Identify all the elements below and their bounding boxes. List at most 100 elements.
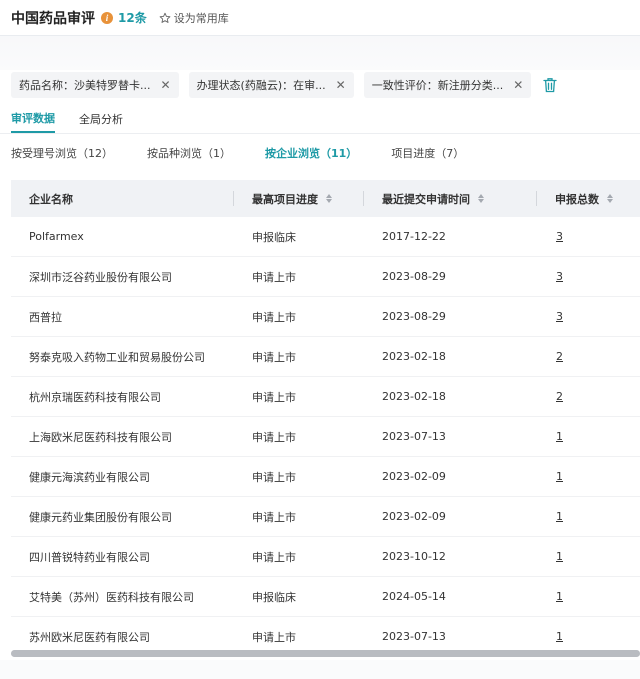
column-header[interactable]: 企业名称 [11,180,234,217]
page-header: 中国药品审评 i 12条 设为常用库 [0,0,640,36]
project-progress: 申请上市 [252,270,296,284]
filter-chip[interactable]: 药品名称：沙美特罗替卡... ✕ [11,72,179,98]
page-title: 中国药品审评 [11,10,95,27]
project-progress: 申请上市 [252,390,296,404]
favorite-label: 设为常用库 [173,11,229,25]
application-count[interactable]: 1 [537,430,640,443]
filter-chip[interactable]: 办理状态(药融云)：在审... ✕ [188,72,354,98]
close-icon[interactable]: ✕ [336,78,346,92]
company-name: 健康元海滨药业有限公司 [29,470,150,484]
application-count[interactable]: 2 [537,350,640,363]
filter-chip-label: 一致性评价：新注册分类... [371,79,504,92]
main-tab[interactable]: 审评数据 [11,110,55,133]
table-row: 上海欧米尼医药科技有限公司 申请上市 2023-07-13 1 [11,417,640,457]
application-count-link[interactable]: 1 [555,590,563,603]
latest-submission-date: 2024-05-14 [382,590,446,603]
main-tabs: 审评数据 全局分析 [0,100,640,134]
table-body: Polfarmex 申报临床 2017-12-22 3 深圳市泛谷药业股份有限公司 申请上… [11,217,640,650]
application-count[interactable]: 1 [537,630,640,643]
application-count-link[interactable]: 1 [555,550,563,563]
info-icon[interactable]: i [101,11,113,24]
sort-icon[interactable] [478,194,484,203]
filter-chip-label: 药品名称：沙美特罗替卡... [19,79,151,92]
latest-submission-date: 2023-08-29 [382,270,446,283]
favorite-button[interactable]: 设为常用库 [159,10,229,26]
table-row: 艾特美（苏州）医药科技有限公司 申报临床 2024-05-14 1 [11,577,640,617]
table-row: 杭州京瑞医药科技有限公司 申请上市 2023-02-18 2 [11,377,640,417]
sort-down-icon [326,199,332,203]
column-header[interactable]: 最高项目进度 [234,180,364,217]
table-row: 健康元药业集团股份有限公司 申请上市 2023-02-09 1 [11,497,640,537]
table-row: 深圳市泛谷药业股份有限公司 申请上市 2023-08-29 3 [11,257,640,297]
latest-submission-date: 2023-07-13 [382,630,446,643]
sort-icon[interactable] [326,194,332,203]
trash-icon[interactable] [543,77,557,93]
view-tab[interactable]: 项目进度（7） [391,145,464,161]
column-header[interactable]: 最近提交申请时间 [364,180,537,217]
latest-submission-date: 2023-02-18 [382,350,446,363]
view-tabs: 按受理号浏览（12） 按品种浏览（1） 按企业浏览（11） 项目进度（7） [0,134,640,172]
application-count[interactable]: 3 [537,310,640,323]
application-count[interactable]: 2 [537,390,640,403]
project-progress: 申请上市 [252,630,296,644]
project-progress: 申请上市 [252,510,296,524]
column-header-label: 最高项目进度 [252,192,318,206]
column-header[interactable]: 申报总数 [537,180,640,217]
application-count-link[interactable]: 1 [555,470,563,483]
latest-submission-date: 2023-10-12 [382,550,446,563]
project-progress: 申报临床 [252,230,296,244]
company-name: 努泰克吸入药物工业和贸易股份公司 [29,350,205,364]
application-count-link[interactable]: 3 [555,270,563,283]
company-name: 上海欧米尼医药科技有限公司 [29,430,172,444]
sort-icon[interactable] [607,194,613,203]
company-name: Polfarmex [29,230,84,243]
star-icon [159,12,171,23]
horizontal-scrollbar[interactable] [11,650,640,657]
project-progress: 申请上市 [252,550,296,564]
filter-chip[interactable]: 一致性评价：新注册分类... ✕ [363,72,532,98]
table-row: Polfarmex 申报临床 2017-12-22 3 [11,217,640,257]
sort-down-icon [607,199,613,203]
company-table: 企业名称 最高项目进度 最近提交申请时间 申报总数 Polfarmex 申报临床 2017… [11,180,640,650]
application-count-link[interactable]: 2 [555,390,563,403]
application-count[interactable]: 1 [537,470,640,483]
application-count[interactable]: 1 [537,550,640,563]
pagination-area [0,660,640,679]
company-name: 深圳市泛谷药业股份有限公司 [29,270,172,284]
latest-submission-date: 2017-12-22 [382,230,446,243]
company-name: 西普拉 [29,310,62,324]
application-count-link[interactable]: 1 [555,430,563,443]
close-icon[interactable]: ✕ [513,78,523,92]
scrollbar-thumb[interactable] [11,650,640,657]
application-count[interactable]: 1 [537,590,640,603]
latest-submission-date: 2023-02-09 [382,510,446,523]
application-count-link[interactable]: 3 [555,230,563,243]
latest-submission-date: 2023-02-18 [382,390,446,403]
application-count-link[interactable]: 3 [555,310,563,323]
company-name: 艾特美（苏州）医药科技有限公司 [29,590,194,604]
result-count: 12条 [118,11,147,25]
view-tab[interactable]: 按品种浏览（1） [147,145,231,161]
application-count[interactable]: 1 [537,510,640,523]
application-count-link[interactable]: 1 [555,510,563,523]
filter-chip-label: 办理状态(药融云)：在审... [196,79,326,92]
close-icon[interactable]: ✕ [161,78,171,92]
application-count[interactable]: 3 [537,230,640,243]
view-tab[interactable]: 按企业浏览（11） [265,145,357,161]
company-name: 苏州欧米尼医药有限公司 [29,630,150,644]
latest-submission-date: 2023-07-13 [382,430,446,443]
header-spacer [0,36,640,70]
application-count-link[interactable]: 2 [555,350,563,363]
filter-bar: 药品名称：沙美特罗替卡... ✕ 办理状态(药融云)：在审... ✕ 一致性评价：新注册… [0,70,640,100]
sort-up-icon [607,194,613,198]
company-name: 健康元药业集团股份有限公司 [29,510,172,524]
main-tab[interactable]: 全局分析 [79,111,123,133]
table-row: 健康元海滨药业有限公司 申请上市 2023-02-09 1 [11,457,640,497]
application-count-link[interactable]: 1 [555,630,563,643]
table-row: 四川普锐特药业有限公司 申请上市 2023-10-12 1 [11,537,640,577]
sort-down-icon [478,199,484,203]
project-progress: 申请上市 [252,310,296,324]
table-row: 努泰克吸入药物工业和贸易股份公司 申请上市 2023-02-18 2 [11,337,640,377]
view-tab[interactable]: 按受理号浏览（12） [11,145,113,161]
application-count[interactable]: 3 [537,270,640,283]
